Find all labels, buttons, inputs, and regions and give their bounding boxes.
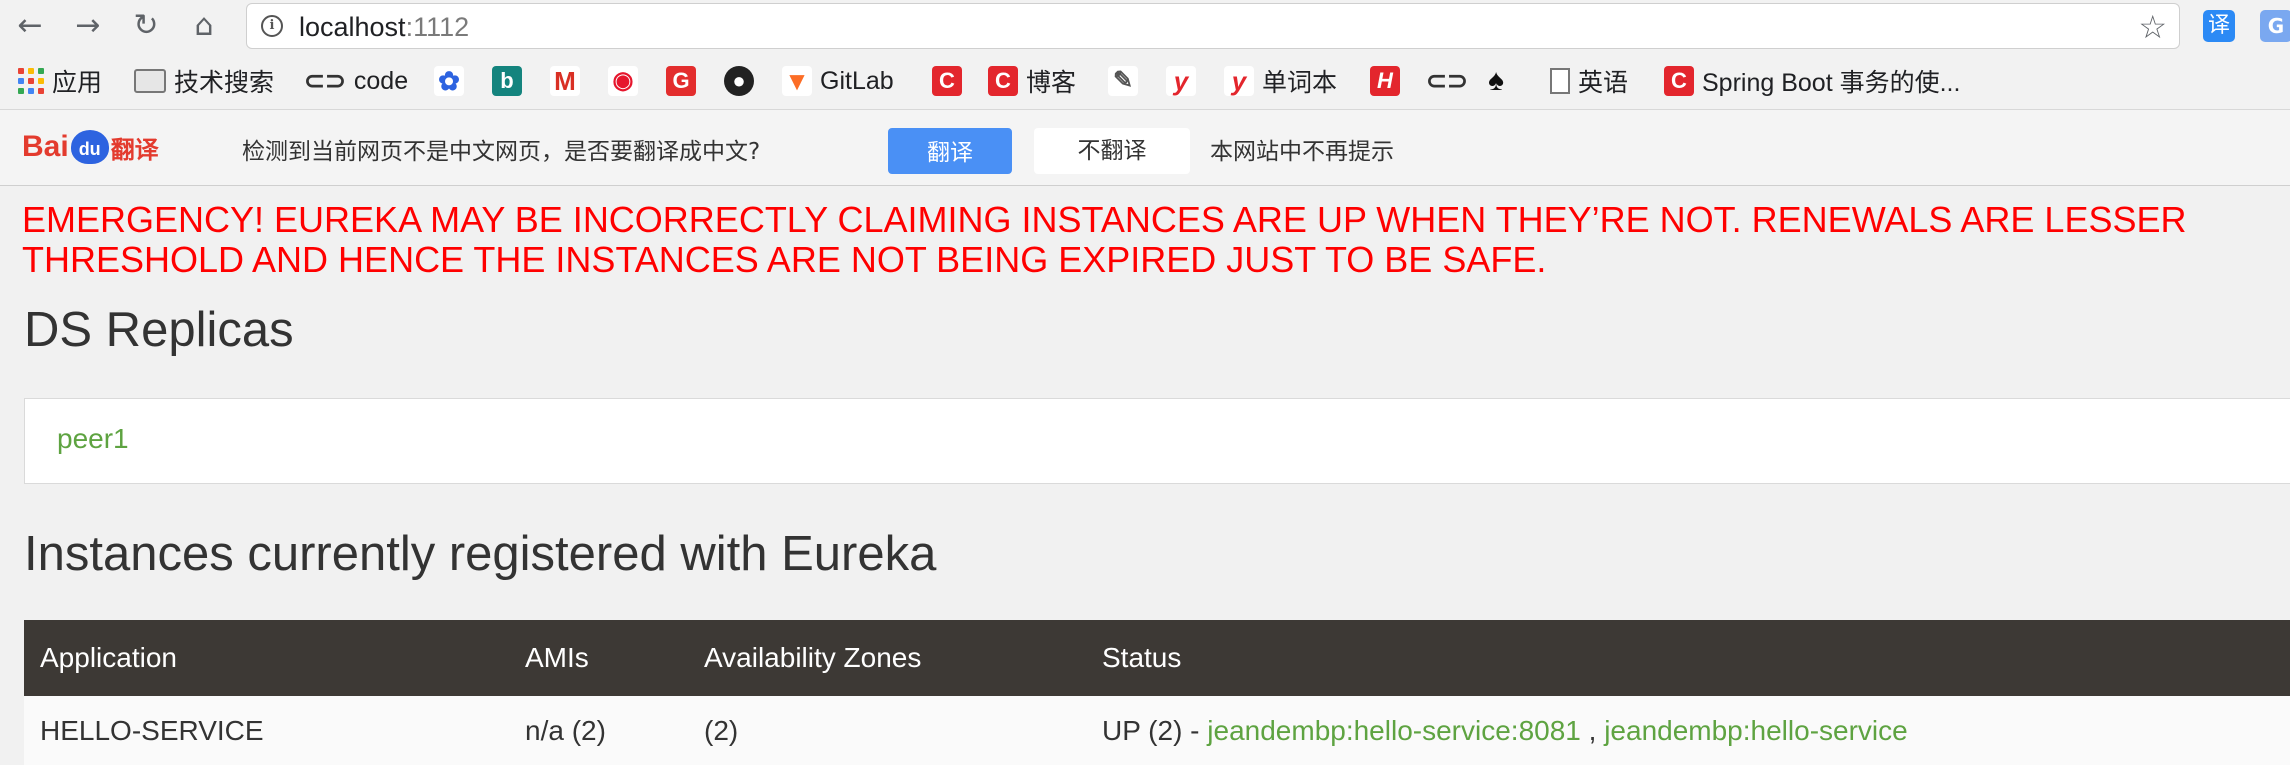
bookmark-g[interactable]: G [666,64,696,98]
csdn-c-icon: C [988,66,1018,96]
bookmark-blog[interactable]: C 博客 [988,64,1076,98]
cell-status: UP (2) - jeandembp:hello-service:8081 , … [1086,696,2290,765]
bookmark-spade[interactable]: ♠ [1488,64,1504,98]
bookmark-gmail[interactable]: M [550,64,580,98]
gitlab-icon: ▼ [782,66,812,96]
bookmark-label: 单词本 [1262,69,1338,97]
bookmark-wordbook[interactable]: y 单词本 [1224,64,1337,98]
url-port: :1112 [405,12,470,42]
emergency-line-1: EMERGENCY! EUREKA MAY BE INCORRECTLY CLA… [22,199,2187,240]
bing-icon: b [492,66,522,96]
baidu-translate-logo: Bai du 翻译 [22,124,159,170]
bookmark-bing[interactable]: b [492,64,522,98]
youdao-icon: y [1166,66,1196,96]
csdn-c-icon: C [932,66,962,96]
github-icon: ● [724,66,754,96]
link-separator: , [1580,715,1605,746]
h-red-icon: H [1370,66,1400,96]
bookmark-label: code [353,66,409,95]
bookmark-label: 技术搜索 [174,69,275,97]
bookmark-english[interactable]: 英语 [1550,64,1628,98]
bookmark-csdn[interactable]: C [932,64,962,98]
baidu-paw-icon: du [70,130,109,164]
folder-icon [134,69,166,93]
bookmark-spring-boot[interactable]: C Spring Boot 事务的使... [1664,64,1960,98]
forward-arrow-icon[interactable]: → [68,6,108,46]
browser-toolbar: ← → ↻ ⌂ i localhost:1112 ☆ 译 G [0,0,2290,52]
instances-title: Instances currently registered with Eure… [24,527,937,581]
replicas-list: peer1 [24,398,2290,484]
column-header-status: Status [1086,620,2290,696]
home-icon[interactable]: ⌂ [184,6,224,46]
bookmark-label: GitLab [820,66,894,95]
table-header-row: Application AMIs Availability Zones Stat… [24,620,2290,696]
instance-link[interactable]: jeandembp:hello-service:8081 [1207,715,1581,746]
bookmark-label: Spring Boot 事务的使... [1702,69,1961,97]
url-host: localhost [299,12,406,42]
column-header-amis: AMIs [509,620,688,696]
g-red-icon: G [666,66,696,96]
translate-button[interactable]: 翻译 [888,128,1012,174]
pen-nib-icon: ✎ [1108,66,1138,96]
link-icon: ⊂⊃ [1426,67,1468,95]
logo-fanyi-text: 翻译 [110,136,159,164]
cell-zones: (2) [688,696,1086,765]
bookmarks-bar: 应用 技术搜索 ⊂⊃ code ✿ b M ◉ G ● ▼ GitLab C C… [0,52,2290,110]
status-prefix: UP (2) - [1102,715,1208,746]
never-prompt-link[interactable]: 本网站中不再提示 [1210,132,1394,166]
youdao-icon: y [1224,66,1254,96]
baidu-paw-icon: ✿ [434,66,464,96]
bookmark-gitlab[interactable]: ▼ GitLab [782,64,894,98]
bookmark-pen[interactable]: ✎ [1108,64,1138,98]
bookmark-star-icon[interactable]: ☆ [2138,8,2167,46]
info-icon[interactable]: i [261,15,283,37]
translate-extension-icon[interactable]: 译 [2203,10,2235,42]
column-header-zones: Availability Zones [688,620,1086,696]
bookmark-label: 英语 [1578,69,1629,97]
bookmark-h[interactable]: H [1370,64,1400,98]
bookmark-link[interactable]: ⊂⊃ [1426,64,1468,98]
gmail-icon: M [550,66,580,96]
column-header-application: Application [24,620,509,696]
logo-bai-text: Bai [22,130,69,163]
cell-amis: n/a (2) [509,696,688,765]
document-icon [1550,68,1570,94]
instances-table: Application AMIs Availability Zones Stat… [24,620,2290,765]
spade-icon: ♠ [1488,64,1504,97]
link-icon: ⊂⊃ [304,67,346,95]
bookmark-label: 应用 [52,69,103,97]
cell-application: HELLO-SERVICE [24,696,509,765]
emergency-line-2: THRESHOLD AND HENCE THE INSTANCES ARE NO… [22,239,1547,280]
bookmark-apps[interactable]: 应用 [18,64,102,98]
bookmark-code[interactable]: ⊂⊃ code [304,64,408,98]
reload-icon[interactable]: ↻ [126,6,166,46]
ds-replicas-title: DS Replicas [24,303,294,357]
back-arrow-icon[interactable]: ← [10,6,50,46]
bookmark-label: 博客 [1026,69,1077,97]
emergency-warning: EMERGENCY! EUREKA MAY BE INCORRECTLY CLA… [22,200,2290,280]
translate-prompt-bar: Bai du 翻译 检测到当前网页不是中文网页，是否要翻译成中文? 翻译 不翻译… [0,110,2290,186]
bookmark-baidu[interactable]: ✿ [434,64,464,98]
bookmark-github[interactable]: ● [724,64,754,98]
csdn-c-icon: C [1664,66,1694,96]
page-content: EMERGENCY! EUREKA MAY BE INCORRECTLY CLA… [0,186,2290,765]
instance-link[interactable]: jeandembp:hello-service [1604,715,1908,746]
replica-link-peer1[interactable]: peer1 [57,423,129,455]
google-translate-extension-icon[interactable]: G [2260,10,2290,42]
table-row: HELLO-SERVICE n/a (2) (2) UP (2) - jeand… [24,696,2290,765]
url-text[interactable]: localhost:1112 [299,12,469,43]
translate-message: 检测到当前网页不是中文网页，是否要翻译成中文? [242,139,761,165]
bookmark-weibo[interactable]: ◉ [608,64,638,98]
bookmark-youdao[interactable]: y [1166,64,1196,98]
apps-grid-icon [18,68,44,94]
weibo-icon: ◉ [608,66,638,96]
no-translate-button[interactable]: 不翻译 [1034,128,1190,174]
address-bar[interactable]: i localhost:1112 ☆ [246,3,2180,49]
bookmark-tech-search[interactable]: 技术搜索 [134,64,274,98]
